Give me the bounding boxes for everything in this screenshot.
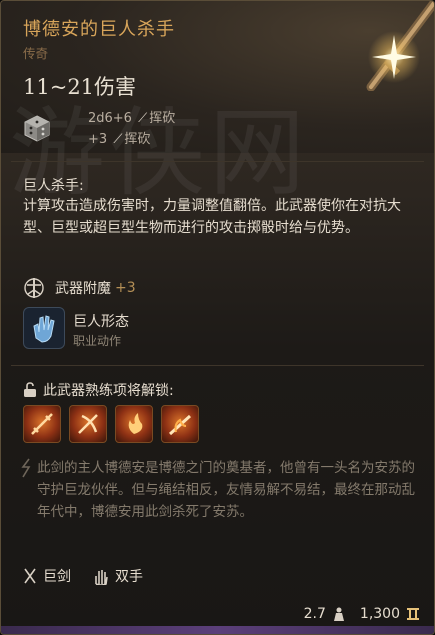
- lore-text: 此剑的主人博德安是博德之门的奠基者，他曾有一头名为安苏的守护巨龙伙伴。但与绳结相…: [37, 460, 415, 520]
- divider: [11, 161, 424, 162]
- slashing-icon: ⟋: [113, 132, 123, 147]
- gold-coin-icon: [407, 608, 419, 620]
- unlock-icon: [24, 382, 36, 397]
- enchantment-label: 武器附魔: [55, 281, 111, 297]
- rarity-bar: [1, 626, 434, 634]
- two-handed-icon: [95, 570, 108, 585]
- lore-quote-icon: [21, 458, 31, 478]
- item-weight: 2.7: [303, 606, 326, 622]
- item-rarity: 传奇: [23, 46, 49, 61]
- proficiency-icons: [23, 405, 199, 443]
- item-stats: 2.7 1,300: [304, 606, 420, 622]
- damage-dice: 2d6+6: [88, 111, 132, 126]
- damage-type: 挥砍: [149, 111, 176, 126]
- damage-range: 11~21伤害: [23, 75, 137, 99]
- slash-skill-icon[interactable]: [23, 405, 61, 443]
- tag-two-handed: 双手: [115, 569, 143, 585]
- divider: [11, 365, 424, 366]
- dice-icon: [24, 115, 50, 142]
- damage-line-2: +3 ⟋ 挥砍: [88, 128, 150, 147]
- enchantment-icon: [24, 278, 44, 298]
- greatsword-icon: [24, 568, 36, 584]
- item-tooltip: 游侠网 博德安的巨人杀手 传奇 11~21伤害 2d6+6 ⟋ 挥砍 +3 ⟋ …: [0, 0, 435, 635]
- greatsword-image: [366, 1, 434, 91]
- cleave-skill-icon[interactable]: [69, 405, 107, 443]
- tag-greatsword: 巨剑: [43, 569, 71, 585]
- flame-skill-icon[interactable]: [161, 405, 199, 443]
- enchantment-row: 武器附魔 +3: [23, 277, 136, 299]
- weight-icon: [333, 607, 344, 621]
- slashing-icon: ⟋: [138, 111, 148, 126]
- tooltip-header: 游侠网 博德安的巨人杀手 传奇 11~21伤害 2d6+6 ⟋ 挥砍 +3 ⟋ …: [1, 1, 434, 209]
- action-name: 巨人形态: [73, 314, 129, 330]
- item-value: 1,300: [359, 606, 400, 622]
- ability-description: 计算攻击造成伤害时，力量调整值翻倍。此武器使你在对抗大型、巨型或超巨型生物而进行…: [23, 198, 401, 236]
- proficiency-row: 此武器熟练项将解锁:: [23, 380, 174, 400]
- damage-type: 挥砍: [124, 132, 151, 147]
- fire-strike-icon[interactable]: [115, 405, 153, 443]
- giant-form-action-icon[interactable]: [23, 307, 65, 349]
- weapon-tags: 巨剑 双手: [23, 566, 143, 586]
- damage-line-1: 2d6+6 ⟋ 挥砍: [88, 107, 175, 126]
- ability-title: 巨人杀手:: [23, 178, 84, 194]
- item-name: 博德安的巨人杀手: [23, 19, 175, 40]
- enchantment-value: +3: [115, 280, 136, 296]
- action-subtitle: 职业动作: [73, 334, 122, 348]
- proficiency-label: 此武器熟练项将解锁:: [43, 383, 174, 399]
- damage-bonus: +3: [88, 132, 108, 147]
